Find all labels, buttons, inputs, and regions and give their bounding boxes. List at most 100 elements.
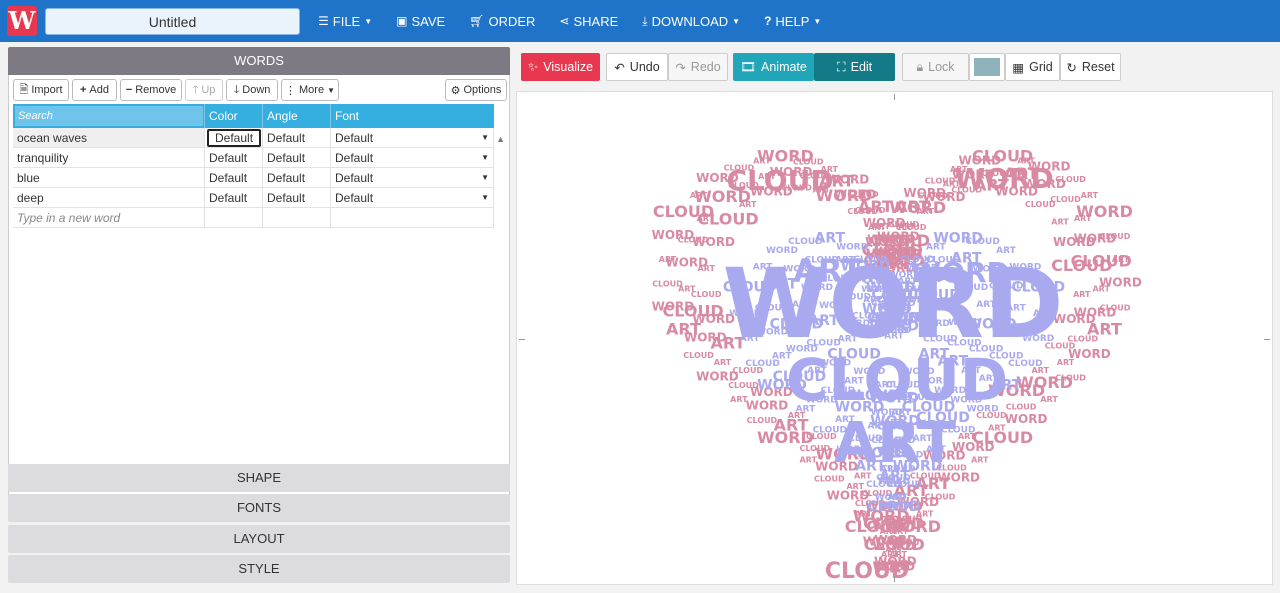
lock-button[interactable]: 🔒︎ Lock [902,53,969,81]
menu-order[interactable]: 🛒︎ ORDER [457,0,547,42]
app-logo[interactable]: W [7,6,37,36]
word-cell[interactable]: tranquility [13,148,205,167]
menu-label: DOWNLOAD [651,13,729,29]
font-cell-value: Default [335,191,374,205]
words-section-header[interactable]: WORDS [8,47,510,75]
font-cell-value: Default [335,171,374,185]
angle-cell[interactable]: Default [263,148,331,167]
remove-label: Remove [135,84,177,96]
layout-section-header[interactable]: LAYOUT [8,525,510,553]
cloud-big-word: WORD [722,248,1063,360]
angle-cell[interactable]: Default [263,128,331,147]
cloud-word: ART [917,207,935,216]
cloud-big-word: CLOUD [825,559,909,584]
word-cell[interactable]: blue [13,168,205,187]
font-cell[interactable]: Default ▼ [331,128,494,147]
fonts-section-header[interactable]: FONTS [8,494,510,522]
cloud-word: ART [988,424,1006,433]
color-cell[interactable]: Default [205,148,263,167]
font-cell[interactable]: Default ▼ [331,188,494,207]
color-cell-value: Default [207,129,262,147]
menu-label: SHARE [573,13,619,29]
font-cell[interactable]: Default ▼ [331,148,494,167]
table-row[interactable]: tranquility Default Default Default ▼ [13,148,494,168]
color-column-header[interactable]: Color [205,104,263,128]
redo-icon: ↷ [675,60,686,75]
word-cell[interactable]: ocean waves [13,128,205,147]
add-button[interactable]: + Add [72,79,117,101]
menu-share[interactable]: ⋖ SHARE [547,0,630,42]
font-cell[interactable]: Default ▼ [331,168,494,187]
animate-button[interactable]: 🎞︎ Animate [733,53,814,81]
import-label: Import [31,84,63,96]
font-column-header[interactable]: Font [331,104,494,128]
angle-cell[interactable]: Default [263,168,331,187]
word-cloud-canvas[interactable]: WORD CLOUD ART WORD CLOUD ART WORD CLOUD ART WORD… [516,91,1273,585]
move-down-button[interactable]: 🡓 Down [226,79,278,101]
color-cell[interactable]: Default [205,168,263,187]
style-section-header[interactable]: STYLE [8,555,510,583]
background-color-button[interactable] [969,53,1005,81]
minus-icon: − [125,84,133,96]
color-cell[interactable]: Default [205,188,263,207]
cloud-word: ART [1092,285,1110,294]
title-input[interactable] [45,8,300,35]
shape-section-header[interactable]: SHAPE [8,464,510,492]
word-cloud-art: WORDCLOUDARTWORDCLOUDARTWORDCLOUDARTWORD… [652,147,1142,584]
menu-save[interactable]: ▣ SAVE [384,0,457,42]
angle-column-header[interactable]: Angle [263,104,331,128]
menu-label: SAVE [411,13,446,29]
undo-button[interactable]: ↶ Undo [606,53,668,81]
gear-icon: ⚙ [450,84,461,97]
font-cell-value: Default [335,151,374,165]
color-cell[interactable]: Default [205,128,263,147]
grid-button[interactable]: ▦ Grid [1005,53,1060,81]
right-panel: ✨︎ Visualize ↶ Undo ↷ Redo 🎞︎ Animate ⛶ … [516,47,1273,585]
move-up-button[interactable]: 🡑 Up [185,79,223,101]
canvas-guide-mark [894,576,895,582]
cloud-word: ART [971,456,989,465]
download-icon: ⤓ [642,13,648,28]
new-word-row[interactable]: Type in a new word [13,208,494,228]
dropdown-arrow-icon: ▼ [481,173,489,182]
visualize-button[interactable]: ✨︎ Visualize [521,53,600,81]
angle-cell[interactable]: Default [263,188,331,207]
font-cell [331,208,494,227]
import-button[interactable]: 🗎︎ Import [13,79,69,101]
cloud-word: ART [739,200,757,209]
table-row[interactable]: ocean waves Default Default Default ▼ [13,128,494,148]
search-input[interactable]: Search [15,106,203,126]
table-row[interactable]: blue Default Default Default ▼ [13,168,494,188]
visualize-label: Visualize [543,60,594,74]
redo-button[interactable]: ↷ Redo [668,53,728,81]
more-button[interactable]: ⋮ More ▼ [281,79,339,101]
menu-download[interactable]: ⤓ DOWNLOAD ▼ [630,0,752,42]
magic-wand-icon: ✨︎ [527,59,539,74]
undo-label: Undo [629,60,660,74]
edit-button[interactable]: ⛶ Edit [814,53,895,81]
add-label: Add [89,84,109,96]
edit-label: Edit [850,60,873,74]
cloud-word: ART [697,264,715,273]
options-button[interactable]: ⚙ Options [445,79,507,101]
remove-button[interactable]: − Remove [120,79,182,101]
color-cell [205,208,263,227]
caret-down-icon: ▼ [364,16,373,26]
menu-file[interactable]: ☰ FILE ▼ [306,0,384,42]
reset-button[interactable]: ↻ Reset [1060,53,1121,81]
menu-help[interactable]: ? HELP ▼ [752,0,833,42]
scroll-up-arrow-icon[interactable]: ▲ [496,134,505,144]
save-icon: ▣ [396,14,408,28]
words-table-header: Search Color Angle Font [13,104,494,128]
dropdown-arrow-icon: ▼ [481,153,489,162]
caret-down-icon: ▼ [327,85,335,95]
animate-label: Animate [761,60,807,74]
up-label: Up [201,84,216,96]
cloud-word: CLOUD [1006,403,1037,412]
word-cell[interactable]: deep [13,188,205,207]
redo-label: Redo [690,60,721,74]
table-row[interactable]: deep Default Default Default ▼ [13,188,494,208]
new-word-input[interactable]: Type in a new word [13,208,205,227]
menu-icon: ☰ [318,14,329,28]
reset-icon: ↻ [1066,60,1077,75]
